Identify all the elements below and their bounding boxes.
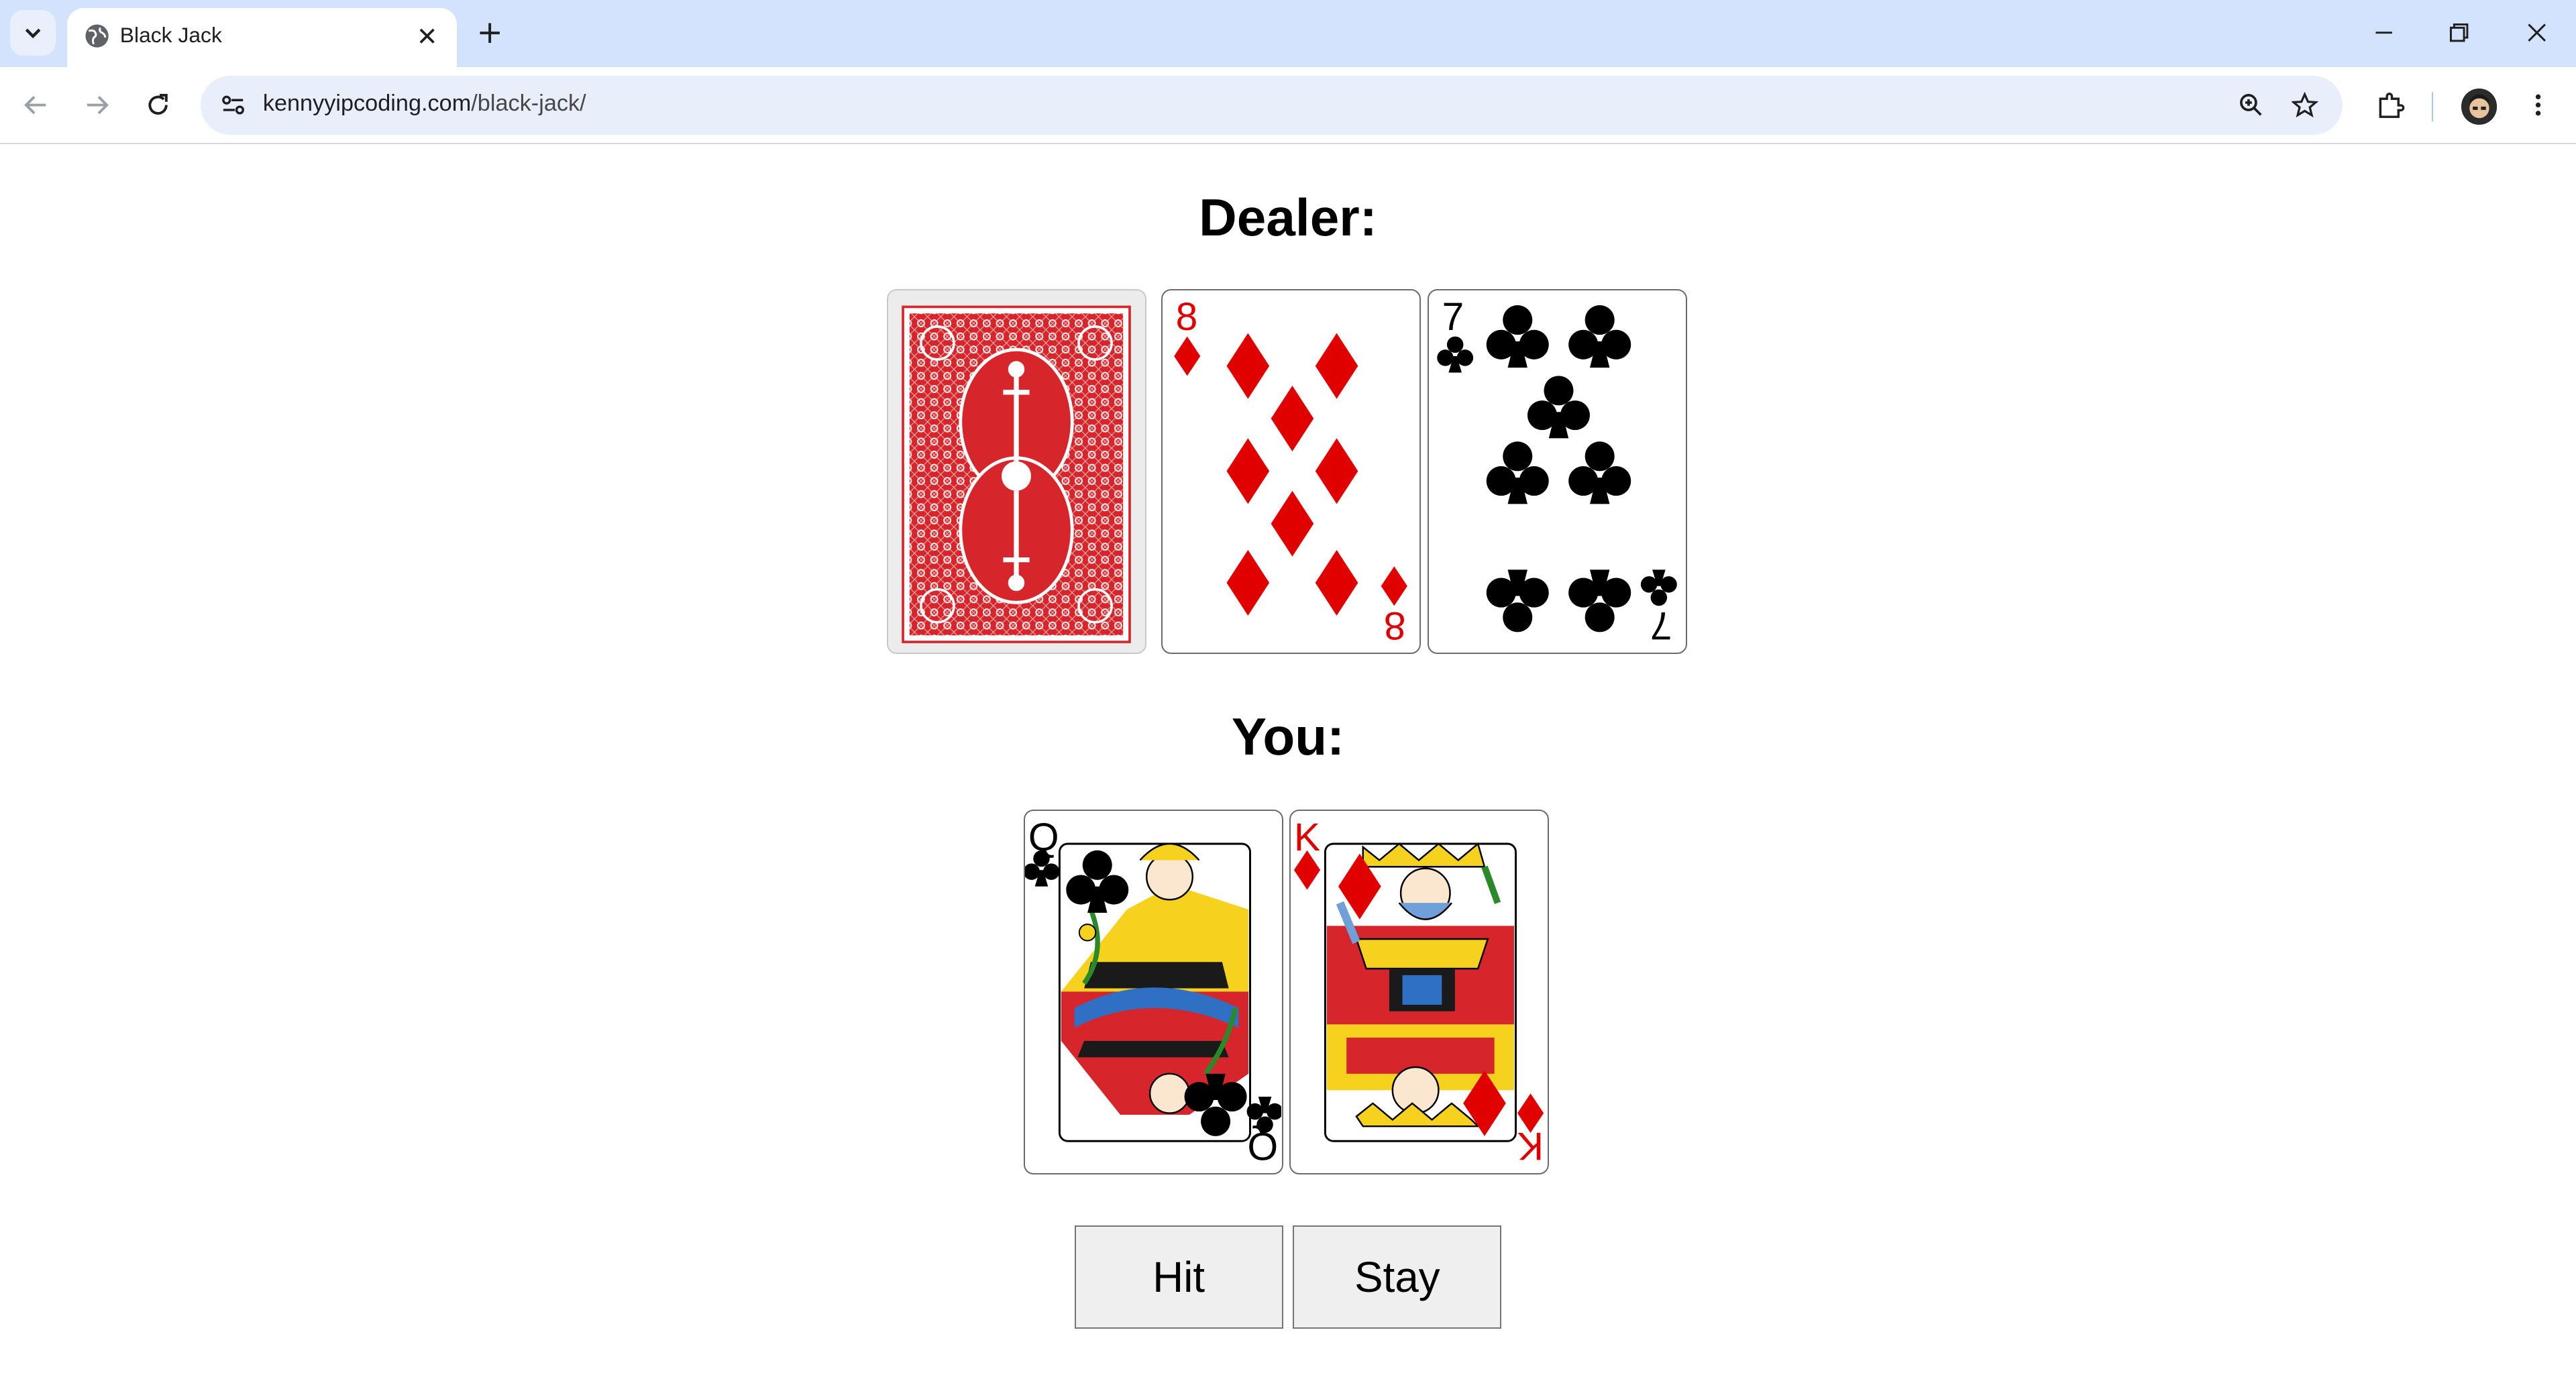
site-info-icon [222,95,245,115]
reload-icon [148,94,168,115]
reload-button[interactable] [135,82,181,128]
card-rank: 8 [1176,295,1198,339]
more-button[interactable] [2517,84,2560,127]
tab-strip: Black Jack [0,0,2576,68]
card-face: Q Q [1024,816,1281,1168]
card-rank-bottom: 8 [1384,604,1406,647]
bookmark-button[interactable] [2286,85,2325,125]
dealer-card-7-clubs: 7 7 [1428,289,1688,654]
back-button[interactable] [13,82,60,128]
dealer-card-8-diamonds: 8 8 [1161,289,1421,654]
hit-button[interactable]: Hit [1074,1225,1283,1329]
tab-close-button[interactable] [411,19,443,52]
plus-icon [480,23,500,43]
card-rank-bottom: 7 [1650,604,1672,647]
extensions-icon [2379,92,2405,118]
tab-title: Black Jack [119,23,222,48]
club-pips [1486,305,1631,632]
minimize-button[interactable] [2354,8,2413,57]
star-icon [2292,92,2318,118]
site-info-button[interactable] [213,85,253,125]
player-card-queen-clubs: Q Q [1023,810,1283,1175]
page: Black Jack kennyyipcoding.com/black-jack… [0,0,2576,1375]
tab-search-button[interactable] [9,9,56,56]
restore-icon [2450,23,2469,42]
chevron-down-icon [25,28,41,38]
url-path: /black-jack/ [471,90,586,116]
globe-icon [85,24,109,48]
forward-icon [87,96,109,115]
url-text[interactable]: kennyyipcoding.com/black-jack/ [263,91,586,117]
minimize-icon [2375,32,2392,34]
avatar-icon [2461,89,2498,125]
window-close-button[interactable] [2507,8,2566,57]
toolbar-separator [2431,92,2433,122]
address-bar[interactable]: kennyyipcoding.com/black-jack/ [200,75,2343,135]
url-host: kennyyipcoding.com [262,90,472,116]
close-icon [419,28,435,44]
club-icon [1437,336,1474,373]
diamond-icon [1381,566,1408,606]
diamond-icon [1174,336,1201,376]
new-tab-button[interactable] [470,13,509,53]
restore-button[interactable] [2430,8,2489,57]
club-icon [1641,569,1677,606]
dealer-card-hidden [887,289,1147,654]
card-rank: 7 [1442,295,1464,339]
dealer-heading: Dealer: [1199,188,1377,248]
zoom-button[interactable] [2231,85,2271,125]
more-icon [2536,94,2541,116]
tab-black-jack[interactable]: Black Jack [67,8,457,68]
card-face: 8 8 [1174,295,1408,647]
zoom-icon [2239,94,2262,116]
browser-toolbar: kennyyipcoding.com/black-jack/ [0,67,2576,145]
forward-button[interactable] [74,82,120,128]
card-face: K K [1294,816,1544,1168]
card-face: 7 7 [1437,295,1677,647]
card-back-icon [888,290,1145,652]
back-icon [24,96,46,115]
page-content: Dealer: 8 8 7 7 You: Q Q K K Hit Stay [0,144,2576,1375]
stay-button[interactable]: Stay [1293,1225,1502,1329]
avatar[interactable] [2461,89,2498,125]
extensions-button[interactable] [2369,84,2412,127]
diamond-pips [1226,333,1358,616]
player-card-king-diamonds: K K [1289,810,1550,1175]
window-close-icon [2527,23,2546,42]
player-heading: You: [1231,707,1345,767]
